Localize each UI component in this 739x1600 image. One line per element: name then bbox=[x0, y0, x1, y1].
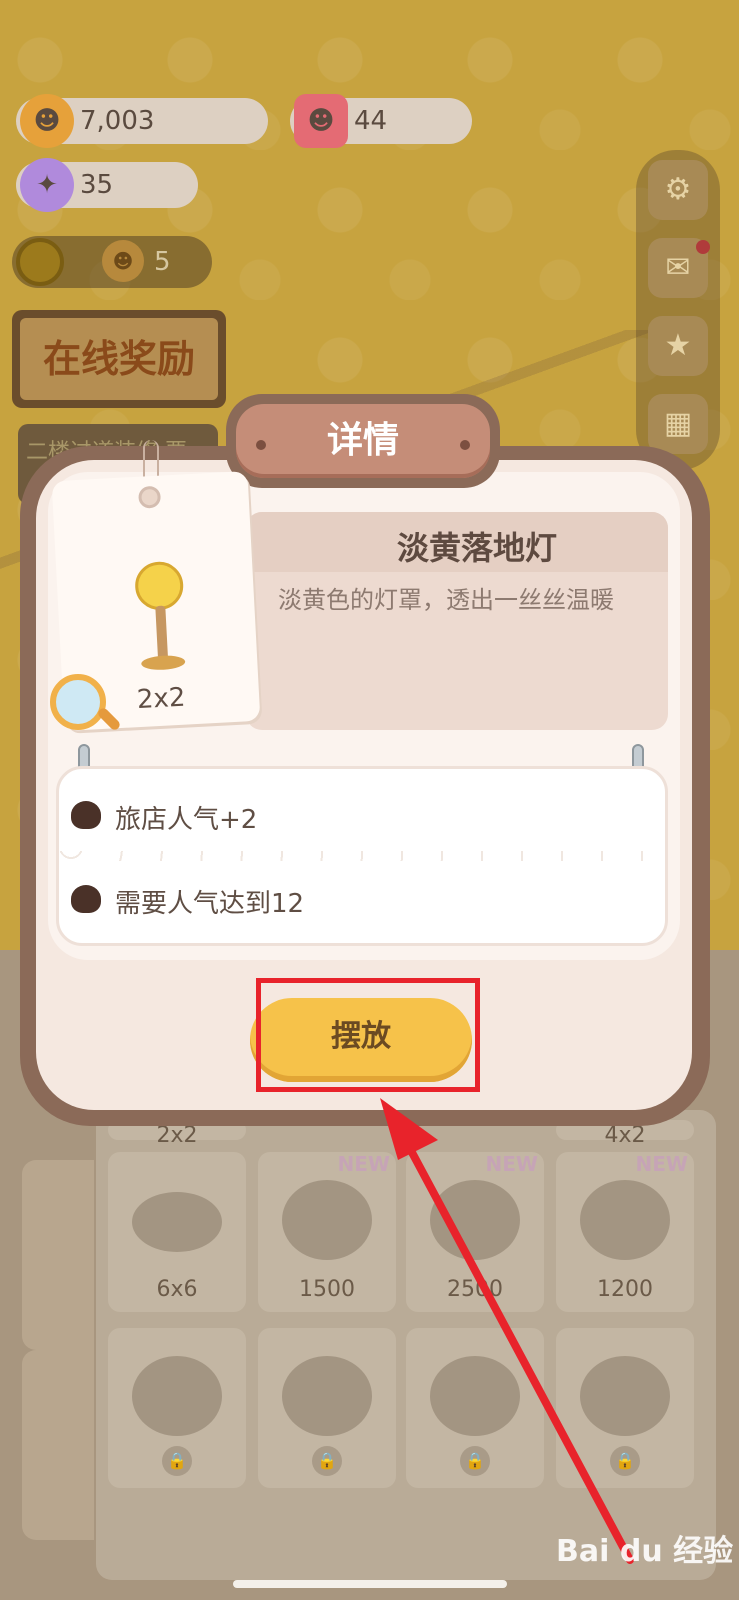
magnifier-icon[interactable] bbox=[50, 674, 106, 730]
stats-box: 旅店人气+2 需要人气达到12 bbox=[56, 766, 668, 946]
candle-icon: ☻ bbox=[294, 94, 348, 148]
card-price-label: 2500 bbox=[447, 1277, 503, 1302]
shop-card-locked-4[interactable]: 🔒 bbox=[556, 1328, 694, 1488]
shop-card-fan[interactable]: NEW 1500 bbox=[258, 1152, 396, 1312]
tab-decor[interactable] bbox=[22, 1160, 94, 1350]
plate-image bbox=[132, 1192, 222, 1252]
popularity-icon bbox=[71, 885, 101, 913]
item-name: 淡黄落地灯 bbox=[246, 512, 668, 572]
modal-title: 详情 bbox=[326, 420, 399, 461]
stat-row: 需要人气达到12 bbox=[71, 883, 305, 920]
card-price-label: 1200 bbox=[597, 1277, 653, 1302]
new-badge: NEW bbox=[337, 1152, 390, 1176]
floor-lamp-icon bbox=[133, 560, 185, 612]
bread-counter[interactable]: ☻ 5 bbox=[12, 236, 212, 288]
tag-hole bbox=[137, 485, 162, 509]
rug-image bbox=[282, 1356, 372, 1436]
shop-card-locked-3[interactable]: 🔒 bbox=[406, 1328, 544, 1488]
card-size-label: 2x2 bbox=[156, 1123, 198, 1148]
lock-icon: 🔒 bbox=[312, 1446, 342, 1476]
lock-icon: 🔒 bbox=[460, 1446, 490, 1476]
card-size-label: 6x6 bbox=[156, 1277, 198, 1302]
bread-count: 5 bbox=[154, 247, 171, 277]
notification-dot bbox=[696, 240, 710, 254]
online-reward-button[interactable]: 在线奖励 bbox=[12, 310, 226, 408]
candy-icon: ✦ bbox=[20, 158, 74, 212]
settings-gear-icon[interactable]: ⚙ bbox=[648, 160, 708, 220]
lock-icon: 🔒 bbox=[610, 1446, 640, 1476]
fan-image bbox=[282, 1180, 372, 1260]
lamp-base bbox=[140, 654, 186, 671]
item-description: 淡黄色的灯罩，透出一丝丝温暖 bbox=[278, 586, 614, 614]
baidu-watermark: Bai du 经验 bbox=[556, 1534, 734, 1569]
shop-card-locked-1[interactable]: 🔒 bbox=[108, 1328, 246, 1488]
lock-icon: 🔒 bbox=[162, 1446, 192, 1476]
wavy-divider bbox=[59, 851, 665, 861]
cookie-coin-icon: ☻ bbox=[20, 94, 74, 148]
coin-counter[interactable]: ☻ 7,003 bbox=[16, 94, 268, 148]
stat-popularity-bonus: 旅店人气+2 bbox=[115, 805, 258, 835]
plant-image bbox=[430, 1180, 520, 1260]
shop-card-plate[interactable]: 6x6 bbox=[108, 1152, 246, 1312]
shop-card-plant[interactable]: NEW 2500 bbox=[406, 1152, 544, 1312]
blossom-tree-image bbox=[580, 1356, 670, 1436]
dumpling-image bbox=[132, 1356, 222, 1436]
star-shop-icon[interactable]: ★ bbox=[648, 316, 708, 376]
highlight-annotation bbox=[256, 978, 480, 1092]
shop-card-locked-2[interactable]: 🔒 bbox=[258, 1328, 396, 1488]
coin-count: 7,003 bbox=[80, 106, 155, 136]
online-reward-label: 在线奖励 bbox=[20, 318, 218, 400]
candy-counter[interactable]: ✦ 35 bbox=[16, 158, 198, 212]
modal-title-plaque: 详情 bbox=[226, 394, 500, 488]
new-badge: NEW bbox=[635, 1152, 688, 1176]
backpack-icon[interactable]: ▦ bbox=[648, 394, 708, 454]
item-description-box: 淡黄落地灯 淡黄色的灯罩，透出一丝丝温暖 bbox=[246, 512, 668, 730]
lamp-pole bbox=[155, 605, 169, 662]
title-plaque-inner: 详情 bbox=[236, 404, 490, 478]
candle-counter[interactable]: ☻ 44 bbox=[290, 94, 472, 148]
stat-row: 旅店人气+2 bbox=[71, 799, 258, 836]
bread-face-icon: ☻ bbox=[102, 240, 144, 282]
candle-count: 44 bbox=[354, 106, 388, 136]
candy-count: 35 bbox=[80, 170, 114, 200]
popularity-icon bbox=[71, 801, 101, 829]
tab-storage[interactable] bbox=[22, 1350, 94, 1540]
books-image bbox=[580, 1180, 670, 1260]
card-size-label: 4x2 bbox=[604, 1123, 646, 1148]
home-indicator[interactable] bbox=[233, 1580, 507, 1588]
stat-popularity-required: 需要人气达到12 bbox=[115, 889, 305, 919]
sun-icon bbox=[16, 238, 64, 286]
shop-card-books[interactable]: NEW 1200 bbox=[556, 1152, 694, 1312]
card-price-label: 1500 bbox=[299, 1277, 355, 1302]
new-badge: NEW bbox=[485, 1152, 538, 1176]
egg-image bbox=[430, 1356, 520, 1436]
